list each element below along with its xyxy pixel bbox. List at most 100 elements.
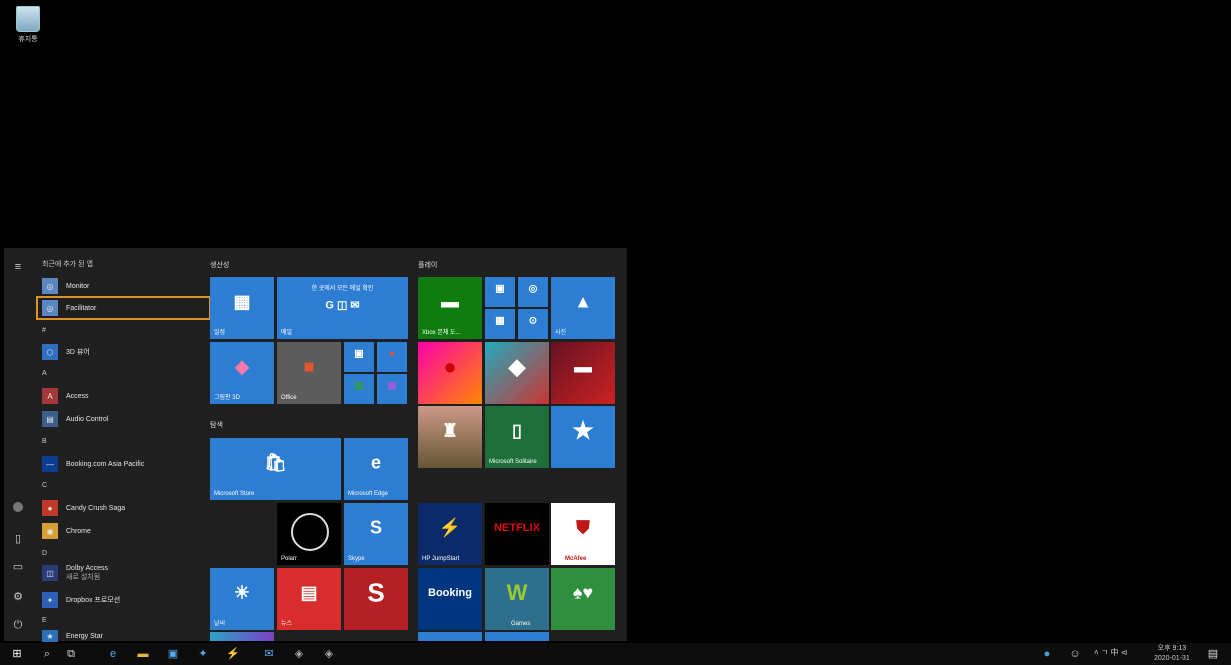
user-avatar-icon[interactable] [13, 502, 23, 512]
tile-solitaire[interactable]: ▯ Microsoft Solitaire [485, 406, 549, 468]
clock-date: 2020-01-31 [1154, 655, 1190, 662]
tile-groove[interactable]: ◎ [518, 277, 548, 307]
tile-favorites[interactable]: ★ [551, 406, 615, 468]
tile-booking[interactable]: Booking [418, 568, 482, 630]
task-view-icon[interactable]: ⧉ [64, 647, 78, 661]
recycle-bin-label: 휴지통 [18, 36, 38, 43]
power-icon[interactable]: ⏻ [11, 618, 25, 632]
tile-maps[interactable]: ⊙ [518, 309, 548, 339]
tile-partial-3[interactable] [485, 632, 549, 641]
tile-hp-jumpstart[interactable]: ⚡ HP JumpStart [418, 503, 482, 565]
tile-movies[interactable]: ▣ [485, 277, 515, 307]
dropbox-taskbar-icon[interactable]: ✦ [196, 647, 210, 661]
recent-apps-header: 최근에 추가 된 앱 [42, 261, 93, 268]
section-letter[interactable]: B [42, 438, 47, 445]
music-disc-icon: ◎ [528, 283, 538, 295]
tile-paint3d[interactable]: ◆ 그림판 3D [210, 342, 274, 404]
app-energy-star[interactable]: ★ Energy Star [38, 630, 208, 642]
tile-sketchable[interactable]: S [344, 568, 408, 630]
app-label: Candy Crush Saga [66, 504, 126, 512]
access-icon: A [42, 388, 58, 404]
hamburger-menu-icon[interactable]: ≡ [11, 260, 25, 274]
group-productivity[interactable]: 생산성 [210, 260, 229, 270]
tile-onenote[interactable]: ▣ [377, 374, 407, 404]
tile-store[interactable]: 🛍 Microsoft Store [210, 438, 341, 500]
app-sublabel: 새로 설치됨 [66, 574, 101, 581]
section-letter[interactable]: E [42, 617, 47, 624]
clock[interactable]: 오후 9:13 2020-01-31 [1154, 644, 1190, 664]
tile-powerpoint[interactable]: ● [377, 342, 407, 372]
group-explore[interactable]: 탐색 [210, 420, 223, 430]
mail-banner: 한 곳에서 모든 메일 확인 [311, 286, 374, 292]
tile-racing-game[interactable]: ▬ [551, 342, 615, 404]
app-dropbox[interactable]: ✦ Dropbox 프로모션 [38, 590, 208, 610]
tile-games[interactable]: W Games [485, 568, 549, 630]
tile-photos[interactable]: ▲ 사진 [551, 277, 615, 339]
mail-taskbar-icon[interactable]: ✉ [262, 647, 276, 661]
tile-mail[interactable]: 한 곳에서 모든 메일 확인 G ◫ ✉ 메일 [277, 277, 408, 339]
calculator-icon: ▦ [495, 315, 505, 327]
tile-weather[interactable]: ☀ 날씨 [210, 568, 274, 630]
mcafee-tray-icon[interactable]: ● [1040, 647, 1054, 661]
start-windows-icon[interactable]: ⊞ [10, 647, 24, 661]
app2-taskbar-icon[interactable]: ◈ [322, 647, 336, 661]
skype-icon: S [369, 517, 382, 538]
dolby-icon: ◫ [42, 565, 58, 581]
app-candy-crush[interactable]: ● Candy Crush Saga [38, 498, 208, 518]
tile-calculator[interactable]: ▦ [485, 309, 515, 339]
app-dolby-access[interactable]: ◫ Dolby Access 새로 설치됨 [38, 565, 208, 589]
system-tray[interactable]: ˄ ㄱ 中 ⊲ [1094, 647, 1127, 658]
app-facilitator[interactable]: ◎ Facilitator [36, 296, 211, 320]
edge-taskbar-icon[interactable]: e [106, 647, 120, 661]
people-icon[interactable]: ☺ [1068, 647, 1082, 661]
section-letter[interactable]: A [42, 370, 47, 377]
tile-partial[interactable] [210, 632, 274, 641]
app-booking[interactable]: — Booking.com Asia Pacific [38, 454, 208, 474]
tile-calendar[interactable]: ▦ 일정 [210, 277, 274, 339]
file-explorer-icon[interactable]: ▬ [136, 647, 150, 661]
tile-polarr[interactable]: Polarr [277, 503, 341, 565]
group-play[interactable]: 플레이 [418, 260, 437, 270]
app-label: Monitor [66, 282, 90, 290]
section-letter[interactable]: D [42, 550, 47, 557]
castle-icon: ♜ [441, 420, 459, 441]
office-icon: ■ [303, 356, 315, 377]
tile-news[interactable]: ▤ 뉴스 [277, 568, 341, 630]
app-taskbar-icon[interactable]: ◈ [292, 647, 306, 661]
tile-card-game[interactable]: ♠♥ [551, 568, 615, 630]
section-letter[interactable]: C [42, 482, 47, 489]
tile-strategy-game[interactable]: ♜ [418, 406, 482, 468]
documents-icon[interactable]: ▯ [11, 532, 25, 546]
app-access[interactable]: A Access [38, 386, 208, 406]
section-letter[interactable]: # [42, 327, 46, 334]
notifications-icon[interactable]: ▤ [1206, 647, 1220, 661]
tile-edge[interactable]: e Microsoft Edge [344, 438, 408, 500]
tile-dragon-game[interactable]: ◆ [485, 342, 549, 404]
app-chrome[interactable]: ◉ Chrome [38, 521, 208, 541]
recycle-bin-desktop-icon[interactable]: 휴지통 [8, 6, 48, 44]
tile-netflix[interactable]: NETFLIX [485, 503, 549, 565]
app-label: Energy Star [66, 632, 103, 640]
swirl-icon: S [367, 577, 385, 608]
search-icon[interactable]: ⌕ [40, 647, 54, 661]
tile-partial-2[interactable] [418, 632, 482, 641]
tile-xbox[interactable]: ▬ Xbox 본체 도... [418, 277, 482, 339]
sun-icon: ☀ [233, 582, 251, 603]
tile-office[interactable]: ■ Office [277, 342, 341, 404]
chrome-icon: ◉ [42, 523, 58, 539]
tile-excel[interactable]: ▣ [344, 374, 374, 404]
tile-candy-crush[interactable]: ● [418, 342, 482, 404]
start-menu-rail: ≡ ▯ ▭ ⚙ ⏻ [4, 248, 32, 641]
app-3d-viewer[interactable]: ⬡ 3D 뷰어 [38, 342, 208, 362]
tile-skype[interactable]: S Skype [344, 503, 408, 565]
recycle-bin-icon [16, 6, 40, 32]
tile-outlook[interactable]: ▣ [344, 342, 374, 372]
paint3d-icon: ◆ [235, 356, 249, 377]
pictures-icon[interactable]: ▭ [11, 560, 25, 574]
settings-gear-icon[interactable]: ⚙ [11, 590, 25, 604]
app-monitor[interactable]: ◎ Monitor [38, 276, 208, 296]
app-audio-control[interactable]: ▤ Audio Control [38, 409, 208, 429]
tile-mcafee[interactable]: ⛊ McAfee [551, 503, 615, 565]
store-taskbar-icon[interactable]: ▣ [166, 647, 180, 661]
hp-jumpstart-taskbar-icon[interactable]: ⚡ [226, 647, 240, 661]
